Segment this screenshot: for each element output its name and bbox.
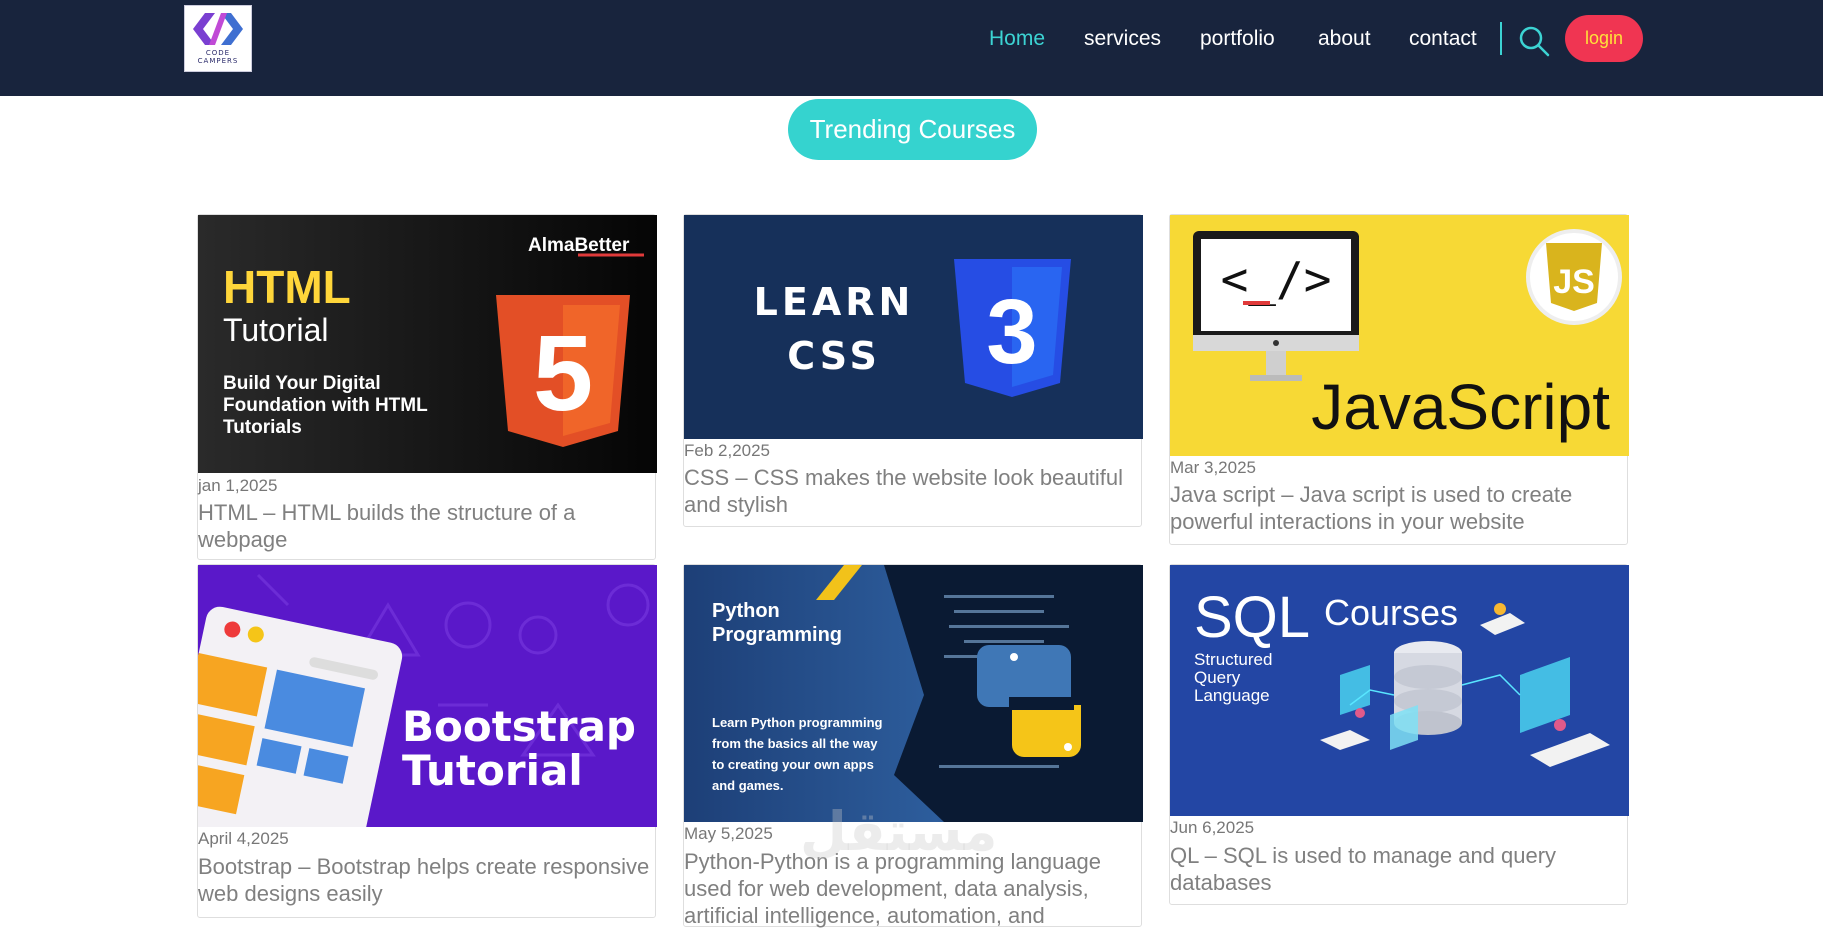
thumb-sub: Tutorial: [223, 312, 329, 348]
css3-shield-icon: 3: [954, 259, 1071, 397]
login-button[interactable]: login: [1565, 15, 1643, 62]
logo[interactable]: CODE CAMPERS: [184, 5, 252, 72]
course-card-html[interactable]: AlmaBetter HTML Tutorial Build Your Digi…: [197, 214, 657, 560]
thumb-line: Tutorials: [223, 417, 302, 438]
thumb-heading: HTML: [223, 261, 351, 313]
thumb-line: Python: [712, 600, 780, 622]
css3-badge-number: 3: [986, 281, 1037, 383]
nav-divider: [1500, 22, 1502, 55]
course-date: Jun 6,2025: [1170, 818, 1255, 837]
thumb-line: Build Your Digital: [223, 373, 381, 394]
thumb-line: Foundation with HTML: [223, 395, 428, 416]
nav-contact[interactable]: contact: [1409, 24, 1477, 54]
course-thumbnail-css[interactable]: LEARN CSS 3: [684, 215, 1143, 439]
thumb-line: Programming: [712, 624, 842, 646]
course-title[interactable]: QL – SQL is used to manage and query dat…: [1170, 842, 1625, 896]
navbar: CODE CAMPERS Home services portfolio abo…: [0, 0, 1823, 96]
course-thumbnail-sql[interactable]: SQL Courses Structured Query Language: [1170, 565, 1629, 816]
course-thumbnail-python[interactable]: Python Programming Learn Python programm…: [684, 565, 1143, 822]
course-title[interactable]: HTML – HTML builds the structure of a we…: [198, 499, 653, 553]
course-title[interactable]: CSS – CSS makes the website look beautif…: [684, 464, 1139, 518]
course-thumbnail-bootstrap[interactable]: Bootstrap Tutorial: [198, 565, 657, 827]
thumb-desc: from the basics all the way: [712, 736, 878, 751]
course-card-css[interactable]: LEARN CSS 3 Feb 2,2025 CSS – CSS makes t…: [683, 214, 1143, 527]
course-card-bootstrap[interactable]: Bootstrap Tutorial April 4,2025 Bootstra…: [197, 564, 657, 918]
course-title[interactable]: Python-Python is a programming language …: [684, 848, 1139, 929]
course-title[interactable]: Java script – Java script is used to cre…: [1170, 481, 1625, 535]
js-badge-icon: JS: [1526, 229, 1622, 325]
thumb-desc: to creating your own apps: [712, 757, 874, 772]
course-card-python[interactable]: Python Programming Learn Python programm…: [683, 564, 1143, 929]
thumb-desc: and games.: [712, 778, 784, 793]
course-thumbnail-javascript[interactable]: <_/> JS JavaScript: [1170, 215, 1629, 456]
course-title[interactable]: Bootstrap – Bootstrap helps create respo…: [198, 853, 653, 907]
course-date: Mar 3,2025: [1170, 458, 1256, 477]
search-icon[interactable]: [1517, 24, 1551, 58]
logo-text-campers: CAMPERS: [197, 57, 239, 65]
nav-home[interactable]: Home: [989, 24, 1045, 54]
thumb-line: Language: [1194, 686, 1270, 705]
course-card-sql[interactable]: SQL Courses Structured Query Language Ju…: [1169, 564, 1629, 905]
html5-badge-number: 5: [533, 312, 593, 433]
thumb-line: CSS: [787, 334, 881, 378]
course-date: jan 1,2025: [198, 476, 278, 495]
course-thumbnail-html[interactable]: AlmaBetter HTML Tutorial Build Your Digi…: [198, 215, 657, 473]
code-brackets-icon: [193, 13, 243, 45]
nav-about[interactable]: about: [1318, 24, 1371, 54]
course-card-javascript[interactable]: <_/> JS JavaScript Mar 3,2025 Java scrip…: [1169, 214, 1629, 545]
thumb-line: Query: [1194, 668, 1241, 687]
course-date: May 5,2025: [684, 824, 773, 843]
thumb-line: LEARN: [754, 280, 915, 324]
code-tag-text: <_/>: [1221, 252, 1332, 306]
thumb-line: Structured: [1194, 650, 1272, 669]
course-date: April 4,2025: [198, 829, 289, 848]
thumb-sub: Courses: [1324, 592, 1458, 633]
js-badge-text: JS: [1553, 263, 1595, 301]
logo-text-code: CODE: [205, 49, 231, 57]
thumb-heading: JavaScript: [1311, 371, 1610, 443]
thumb-line: Tutorial: [402, 746, 583, 795]
html5-shield-icon: 5: [496, 295, 630, 447]
thumb-heading: SQL: [1194, 585, 1310, 650]
nav-services[interactable]: services: [1084, 24, 1161, 54]
thumb-line: Bootstrap: [402, 702, 636, 751]
thumb-desc: Learn Python programming: [712, 715, 883, 730]
trending-courses-button[interactable]: Trending Courses: [788, 99, 1037, 160]
nav-portfolio[interactable]: portfolio: [1200, 24, 1275, 54]
almabetter-logo: AlmaBetter: [528, 235, 630, 256]
course-date: Feb 2,2025: [684, 441, 771, 460]
